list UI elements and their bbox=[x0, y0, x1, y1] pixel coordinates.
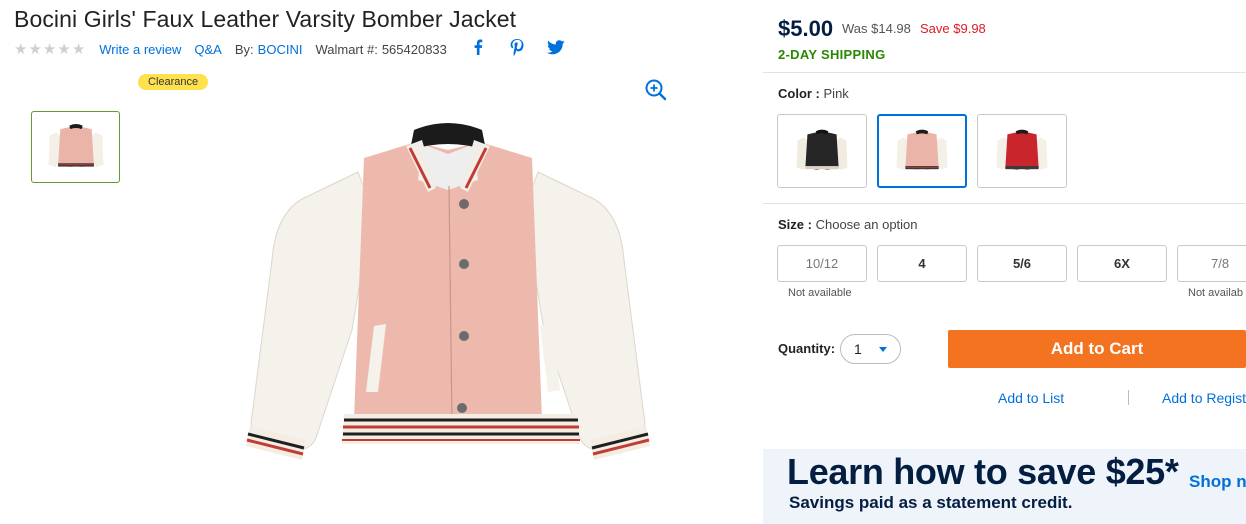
add-to-registry-link[interactable]: Add to Regist bbox=[1162, 390, 1246, 406]
divider bbox=[763, 203, 1246, 204]
size-option-4[interactable]: 4 bbox=[877, 245, 967, 282]
not-available-note: Not available bbox=[788, 287, 852, 299]
color-swatch-red[interactable] bbox=[977, 114, 1067, 188]
star-icon: ★ bbox=[14, 40, 28, 58]
size-option-5-6[interactable]: 5/6 bbox=[977, 245, 1067, 282]
size-label: Size : Choose an option bbox=[778, 217, 918, 232]
pinterest-icon[interactable] bbox=[507, 37, 527, 57]
quantity-value: 1 bbox=[854, 341, 862, 357]
chevron-down-icon bbox=[879, 347, 887, 352]
add-to-cart-button[interactable]: Add to Cart bbox=[948, 330, 1246, 368]
write-review-link[interactable]: Write a review bbox=[99, 42, 181, 57]
clearance-badge: Clearance bbox=[138, 74, 209, 90]
shop-now-link[interactable]: Shop n bbox=[1189, 472, 1246, 492]
quantity-select[interactable]: 1 bbox=[840, 334, 901, 364]
banner-subline: Savings paid as a statement credit. bbox=[789, 493, 1073, 512]
facebook-icon[interactable] bbox=[468, 37, 488, 57]
color-label: Color : Pink bbox=[778, 86, 849, 101]
walmart-number: 565420833 bbox=[381, 41, 447, 57]
product-meta: ★ ★ ★ ★ ★ Write a review Q&A By: BOCINI … bbox=[14, 40, 447, 58]
star-icon: ★ bbox=[28, 40, 42, 58]
size-label-title: Size : bbox=[778, 217, 812, 232]
color-swatch-pink[interactable] bbox=[877, 114, 967, 188]
size-option-6x[interactable]: 6X bbox=[1077, 245, 1167, 282]
add-to-list-link[interactable]: Add to List bbox=[998, 390, 1064, 406]
jacket-pink-image bbox=[896, 129, 948, 170]
color-swatch-black[interactable] bbox=[777, 114, 867, 188]
size-selected-value: Choose an option bbox=[815, 217, 918, 232]
divider bbox=[763, 72, 1246, 73]
walmart-number-label: Walmart #: bbox=[315, 41, 378, 57]
promo-banner[interactable]: Learn how to save $25* Savings paid as a… bbox=[763, 449, 1246, 524]
banner-headline: Learn how to save $25* bbox=[787, 451, 1179, 492]
was-price: Was $14.98 bbox=[842, 21, 911, 36]
jacket-red-image bbox=[996, 129, 1048, 170]
product-main-image[interactable] bbox=[246, 120, 650, 460]
twitter-icon[interactable] bbox=[546, 37, 566, 57]
star-icon: ★ bbox=[71, 40, 86, 58]
star-icon: ★ bbox=[57, 40, 71, 58]
zoom-icon[interactable] bbox=[644, 78, 668, 102]
not-available-note: Not availab bbox=[1188, 287, 1244, 299]
rating-stars[interactable]: ★ ★ ★ ★ ★ bbox=[14, 42, 85, 57]
size-option-10-12[interactable]: 10/12 bbox=[777, 245, 867, 282]
quantity-label: Quantity: bbox=[778, 341, 836, 356]
shipping-label: 2-DAY SHIPPING bbox=[778, 47, 886, 62]
color-label-title: Color : bbox=[778, 86, 820, 101]
size-option-7-8[interactable]: 7/8 bbox=[1177, 245, 1246, 282]
brand-link[interactable]: BOCINI bbox=[258, 42, 303, 57]
qa-link[interactable]: Q&A bbox=[194, 42, 221, 57]
by-label: By: bbox=[234, 41, 254, 57]
current-price: $5.00 bbox=[778, 16, 834, 41]
jacket-thumbnail-image bbox=[48, 124, 103, 168]
save-amount: Save $9.98 bbox=[920, 21, 986, 36]
color-selected-value: Pink bbox=[823, 86, 849, 101]
product-thumbnail[interactable] bbox=[31, 111, 120, 183]
divider bbox=[1128, 390, 1129, 405]
product-title: Bocini Girls' Faux Leather Varsity Bombe… bbox=[14, 6, 517, 32]
jacket-black-image bbox=[796, 129, 848, 170]
star-icon: ★ bbox=[42, 40, 57, 58]
